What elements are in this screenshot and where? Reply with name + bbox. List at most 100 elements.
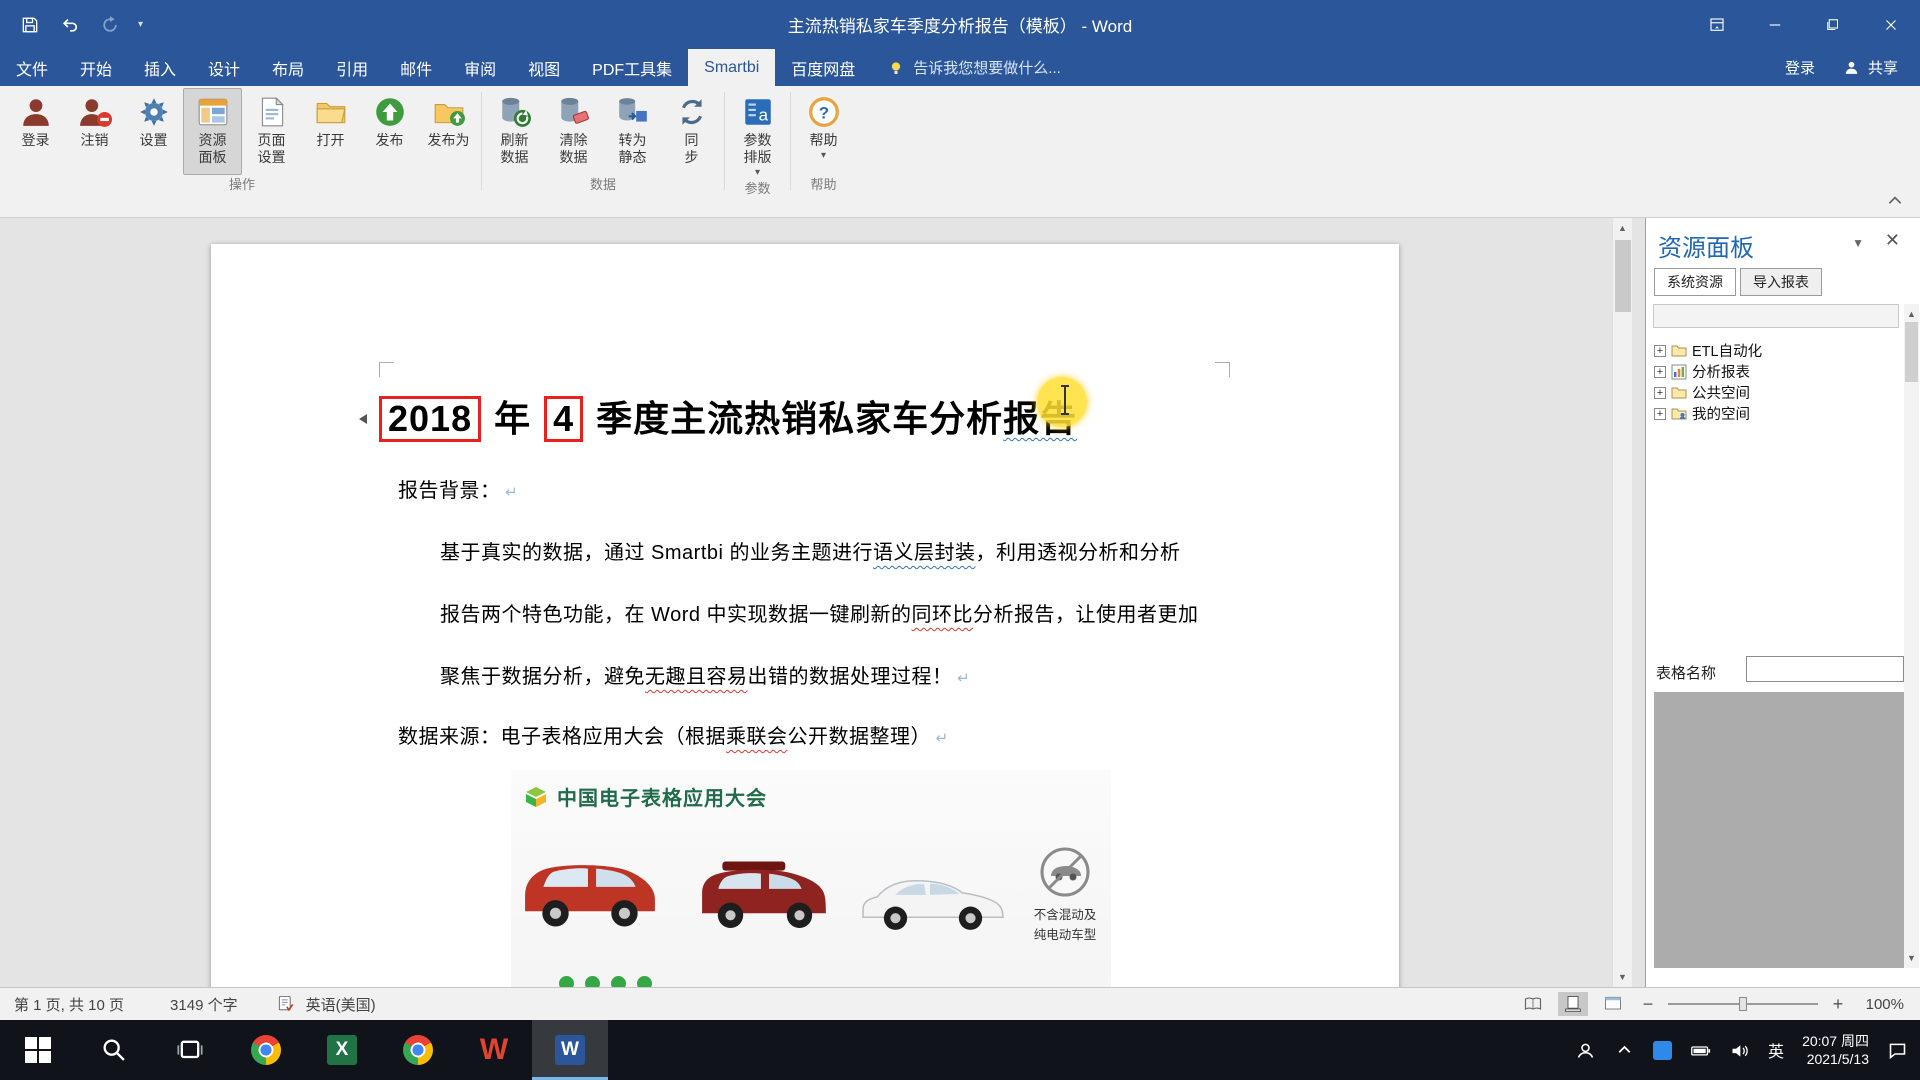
ribbon-button-publish-as[interactable]: 发布为 xyxy=(419,88,478,175)
expand-icon[interactable]: + xyxy=(1654,366,1666,378)
ribbon-button-page-setup[interactable]: 页面 设置 xyxy=(242,88,301,175)
save-icon[interactable] xyxy=(18,13,42,37)
scroll-down-icon[interactable]: ▼ xyxy=(1613,967,1632,987)
ribbon-button-login[interactable]: 登录 xyxy=(6,88,65,175)
panel-menu-caret-icon[interactable]: ▼ xyxy=(1852,236,1864,250)
close-button[interactable] xyxy=(1862,0,1920,49)
taskbar-button-word[interactable]: W xyxy=(532,1020,608,1080)
menu-tab-insert[interactable]: 插入 xyxy=(128,49,192,86)
menu-tab-baidu-netdisk[interactable]: 百度网盘 xyxy=(775,49,871,86)
taskbar-button-excel[interactable]: X xyxy=(304,1020,380,1080)
web-layout-icon[interactable] xyxy=(1598,992,1628,1016)
tree-node-public-space[interactable]: +公共空间 xyxy=(1654,382,1762,403)
ribbon-button-to-static[interactable]: 转为 静态 xyxy=(603,88,662,175)
expand-icon[interactable]: + xyxy=(1654,345,1666,357)
zoom-slider[interactable] xyxy=(1668,1003,1818,1005)
tree-node-etl[interactable]: +ETL自动化 xyxy=(1654,340,1762,361)
language-indicator[interactable]: 英语(美国) xyxy=(306,994,376,1015)
heading-collapse-marker[interactable] xyxy=(359,414,367,424)
ribbon-button-publish[interactable]: 发布 xyxy=(360,88,419,175)
hidden-icons-chevron-icon[interactable] xyxy=(1614,1040,1635,1061)
tree-node-analysis-report[interactable]: +分析报表 xyxy=(1654,361,1762,382)
document-title[interactable]: 2018 年 4 季度主流热销私家车分析报告 xyxy=(377,390,1077,442)
word-count[interactable]: 3149 个字 xyxy=(170,994,238,1015)
ribbon-button-label: 打开 xyxy=(317,132,345,149)
ribbon-button-refresh-data[interactable]: 刷新 数据 xyxy=(485,88,544,175)
proofing-status-icon[interactable] xyxy=(276,994,296,1014)
expand-icon[interactable]: + xyxy=(1654,387,1666,399)
tree-node-my-space[interactable]: +我的空间 xyxy=(1654,403,1762,424)
ribbon-display-options-icon[interactable] xyxy=(1688,0,1746,49)
people-icon[interactable] xyxy=(1575,1040,1596,1061)
conference-logo: 中国电子表格应用大会 xyxy=(523,782,767,811)
ribbon-button-logout[interactable]: 注销 xyxy=(65,88,124,175)
menu-tab-design[interactable]: 设计 xyxy=(192,49,256,86)
zoom-out-button[interactable]: − xyxy=(1638,994,1658,1015)
document-line[interactable]: 数据来源：电子表格应用大会（根据乘联会公开数据整理） ↵ xyxy=(398,722,1248,754)
read-mode-icon[interactable] xyxy=(1518,992,1548,1016)
scroll-down-icon[interactable]: ▼ xyxy=(1904,948,1919,968)
zoom-slider-thumb[interactable] xyxy=(1739,997,1747,1011)
ribbon-button-param-layout[interactable]: a参数 排版▾ xyxy=(728,88,787,179)
menu-tab-references[interactable]: 引用 xyxy=(320,49,384,86)
menu-tab-smartbi[interactable]: Smartbi xyxy=(688,49,775,86)
battery-icon[interactable] xyxy=(1690,1040,1711,1061)
menu-tab-pdf-toolkit[interactable]: PDF工具集 xyxy=(576,49,688,86)
document-line[interactable]: 基于真实的数据，通过 Smartbi 的业务主题进行语义层封装，利用透视分析和分… xyxy=(398,522,1248,584)
taskbar-button-chrome[interactable] xyxy=(228,1020,304,1080)
share-button[interactable]: 共享 xyxy=(1843,57,1898,78)
taskbar-button-start[interactable] xyxy=(0,1020,76,1080)
scroll-up-icon[interactable]: ▲ xyxy=(1613,218,1632,238)
menu-tab-file[interactable]: 文件 xyxy=(0,49,64,86)
panel-close-icon[interactable]: ✕ xyxy=(1885,230,1900,251)
panel-tab-import-reports[interactable]: 导入报表 xyxy=(1740,268,1822,296)
undo-icon[interactable] xyxy=(58,13,82,37)
ribbon-button-resource-panel[interactable]: 资源 面板 xyxy=(183,88,242,175)
ribbon-button-clear-data[interactable]: 清除 数据 xyxy=(544,88,603,175)
menu-tab-home[interactable]: 开始 xyxy=(64,49,128,86)
menu-tab-view[interactable]: 视图 xyxy=(512,49,576,86)
ribbon-button-open[interactable]: 打开 xyxy=(301,88,360,175)
taskbar-button-wps[interactable]: W xyxy=(456,1020,532,1080)
menu-tab-layout[interactable]: 布局 xyxy=(256,49,320,86)
sign-in-link[interactable]: 登录 xyxy=(1785,57,1815,78)
action-center-icon[interactable] xyxy=(1887,1040,1908,1061)
tell-me-box[interactable]: 告诉我您想要做什么... xyxy=(887,49,1061,86)
zoom-in-button[interactable]: + xyxy=(1828,994,1848,1015)
scrollbar-thumb[interactable] xyxy=(1905,322,1918,382)
document-line[interactable]: 聚焦于数据分析，避免无趣且容易出错的数据处理过程！ ↵ xyxy=(398,646,1248,710)
ribbon-button-settings[interactable]: 设置 xyxy=(124,88,183,175)
collapse-ribbon-button[interactable] xyxy=(1886,193,1904,209)
scrollbar-thumb[interactable] xyxy=(1615,240,1631,312)
zoom-level[interactable]: 100% xyxy=(1858,996,1904,1013)
document-line[interactable]: 报告两个特色功能，在 Word 中实现数据一键刷新的同环比分析报告，让使用者更加 xyxy=(398,584,1248,646)
taskbar-button-task-view[interactable] xyxy=(152,1020,228,1080)
document-body[interactable]: 报告背景： ↵ 基于真实的数据，通过 Smartbi 的业务主题进行语义层封装，利… xyxy=(398,476,1248,987)
restore-button[interactable] xyxy=(1804,0,1862,49)
scroll-up-icon[interactable]: ▲ xyxy=(1904,304,1919,324)
document-canvas[interactable]: 2018 年 4 季度主流热销私家车分析报告 报告背景： ↵ 基于真实的数据，通过… xyxy=(0,218,1645,987)
document-line[interactable]: 报告背景： ↵ xyxy=(398,476,1248,508)
table-name-input[interactable] xyxy=(1746,656,1904,682)
panel-tab-system-resources[interactable]: 系统资源 xyxy=(1654,268,1736,296)
menu-tab-mailings[interactable]: 邮件 xyxy=(384,49,448,86)
volume-icon[interactable] xyxy=(1729,1040,1750,1061)
panel-scrollbar[interactable]: ▲ ▼ xyxy=(1904,304,1919,968)
taskbar-button-browser[interactable] xyxy=(380,1020,456,1080)
panel-search-input[interactable] xyxy=(1653,304,1899,328)
document-scrollbar[interactable]: ▲ ▼ xyxy=(1612,218,1632,987)
tray-app-icon[interactable] xyxy=(1653,1041,1672,1060)
ribbon-button-help[interactable]: ?帮助▾ xyxy=(794,88,853,175)
ribbon-button-sync[interactable]: 同 步 xyxy=(662,88,721,175)
page-indicator[interactable]: 第 1 页, 共 10 页 xyxy=(14,994,124,1015)
customize-qat-icon[interactable]: ▾ xyxy=(138,19,143,30)
menu-tab-review[interactable]: 审阅 xyxy=(448,49,512,86)
taskbar-button-search[interactable] xyxy=(76,1020,152,1080)
clock[interactable]: 20:07 周四 2021/5/13 xyxy=(1802,1032,1869,1068)
expand-icon[interactable]: + xyxy=(1654,408,1666,420)
ime-indicator[interactable]: 英 xyxy=(1768,1038,1784,1062)
document-page[interactable]: 2018 年 4 季度主流热销私家车分析报告 报告背景： ↵ 基于真实的数据，通过… xyxy=(211,244,1399,987)
print-layout-icon[interactable] xyxy=(1558,992,1588,1016)
minimize-button[interactable] xyxy=(1746,0,1804,49)
redo-icon[interactable] xyxy=(98,13,122,37)
